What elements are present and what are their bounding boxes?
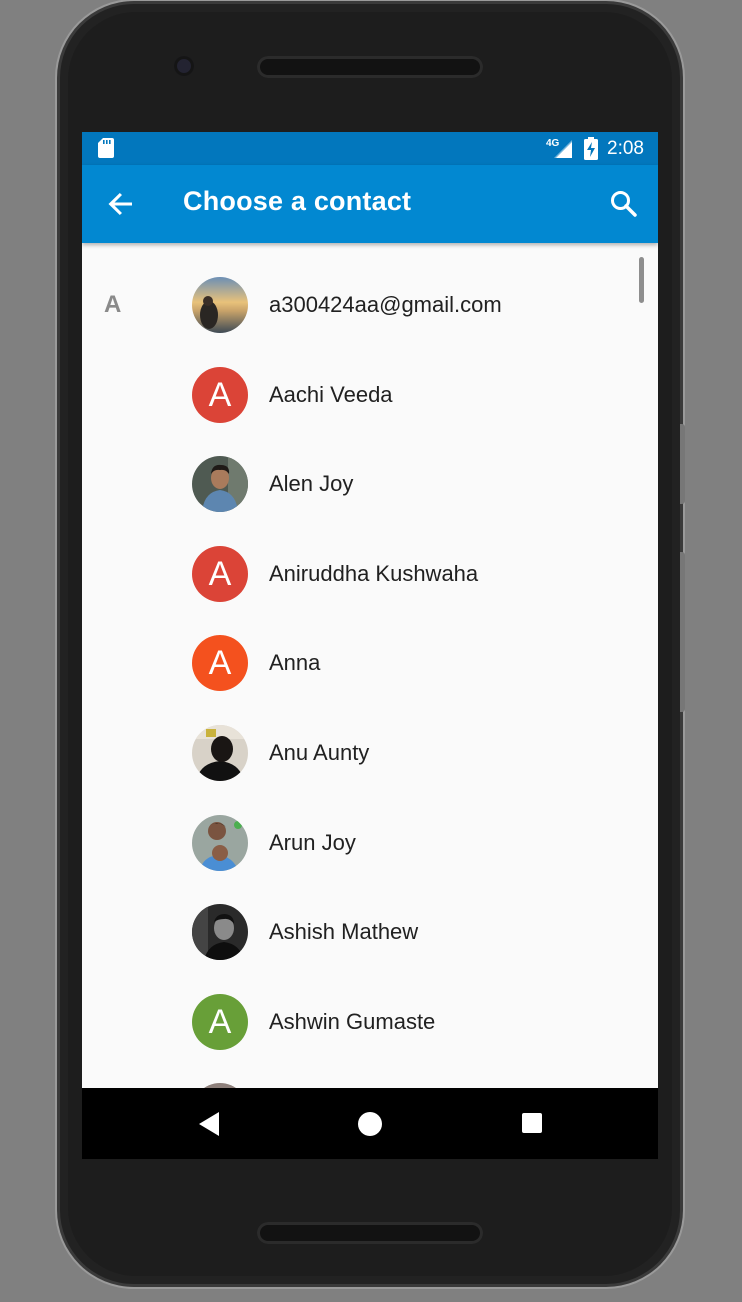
contact-item[interactable]: Alen Joy (82, 439, 658, 529)
contact-item[interactable]: A Aachi Veeda (82, 350, 658, 440)
contact-name: Alen Joy (269, 471, 354, 496)
svg-text:4G: 4G (546, 138, 560, 149)
top-speaker (257, 56, 483, 78)
contact-letter-avatar: A (192, 546, 248, 602)
contact-photo-avatar (192, 725, 248, 781)
contact-name: Anna (269, 650, 321, 675)
contact-item[interactable]: Arun Joy (82, 798, 658, 888)
volume-button[interactable] (680, 552, 685, 712)
contact-name: Arun Joy (269, 830, 356, 855)
app-bar: Choose a contact (82, 165, 658, 243)
bottom-speaker (257, 1222, 483, 1244)
search-icon[interactable] (607, 187, 641, 221)
signal-icon: 4G (546, 138, 572, 158)
nav-recents-icon[interactable] (522, 1113, 542, 1133)
contact-name: a300424aa@gmail.com (269, 292, 502, 317)
power-button[interactable] (680, 424, 685, 504)
contact-letter-avatar: A (192, 994, 248, 1050)
contact-photo-avatar (192, 815, 248, 871)
contact-item[interactable]: a300424aa@gmail.com (82, 260, 658, 350)
contact-item-partial[interactable] (82, 1066, 658, 1088)
contact-photo-avatar (192, 904, 248, 960)
nav-home-icon[interactable] (358, 1112, 382, 1136)
page-title: Choose a contact (183, 186, 412, 216)
contact-name: Ashish Mathew (269, 919, 419, 944)
contact-item[interactable]: Anu Aunty (82, 708, 658, 798)
contact-photo-avatar (192, 456, 248, 512)
front-camera (174, 56, 194, 76)
sd-card-icon (98, 138, 114, 158)
contact-name: Ashwin Gumaste (269, 1009, 436, 1034)
contact-name: Aniruddha Kushwaha (269, 561, 479, 586)
contact-name: Aachi Veeda (269, 382, 393, 407)
nav-back-icon[interactable] (197, 1110, 223, 1138)
arrow-back-icon[interactable] (104, 187, 138, 221)
status-bar: 4G 2:08 (82, 132, 658, 165)
device-screen: 4G 2:08 Choose a contact A a300424aa@gma… (82, 132, 658, 1159)
contact-name: Anu Aunty (269, 740, 370, 765)
contact-item[interactable]: Ashish Mathew (82, 887, 658, 977)
scrollbar[interactable] (639, 257, 644, 303)
status-time: 2:08 (607, 138, 644, 159)
contact-letter-avatar: A (192, 367, 248, 423)
contact-item[interactable]: A Anna (82, 618, 658, 708)
contact-item[interactable]: A Aniruddha Kushwaha (82, 529, 658, 619)
battery-charging-icon (584, 137, 598, 160)
contact-item[interactable]: A Ashwin Gumaste (82, 977, 658, 1067)
contact-letter-avatar: A (192, 635, 248, 691)
contact-list[interactable]: A a300424aa@gmail.com A Aachi Veeda Alen… (82, 243, 658, 1088)
contact-photo-avatar (192, 277, 248, 333)
navigation-bar (82, 1088, 658, 1159)
